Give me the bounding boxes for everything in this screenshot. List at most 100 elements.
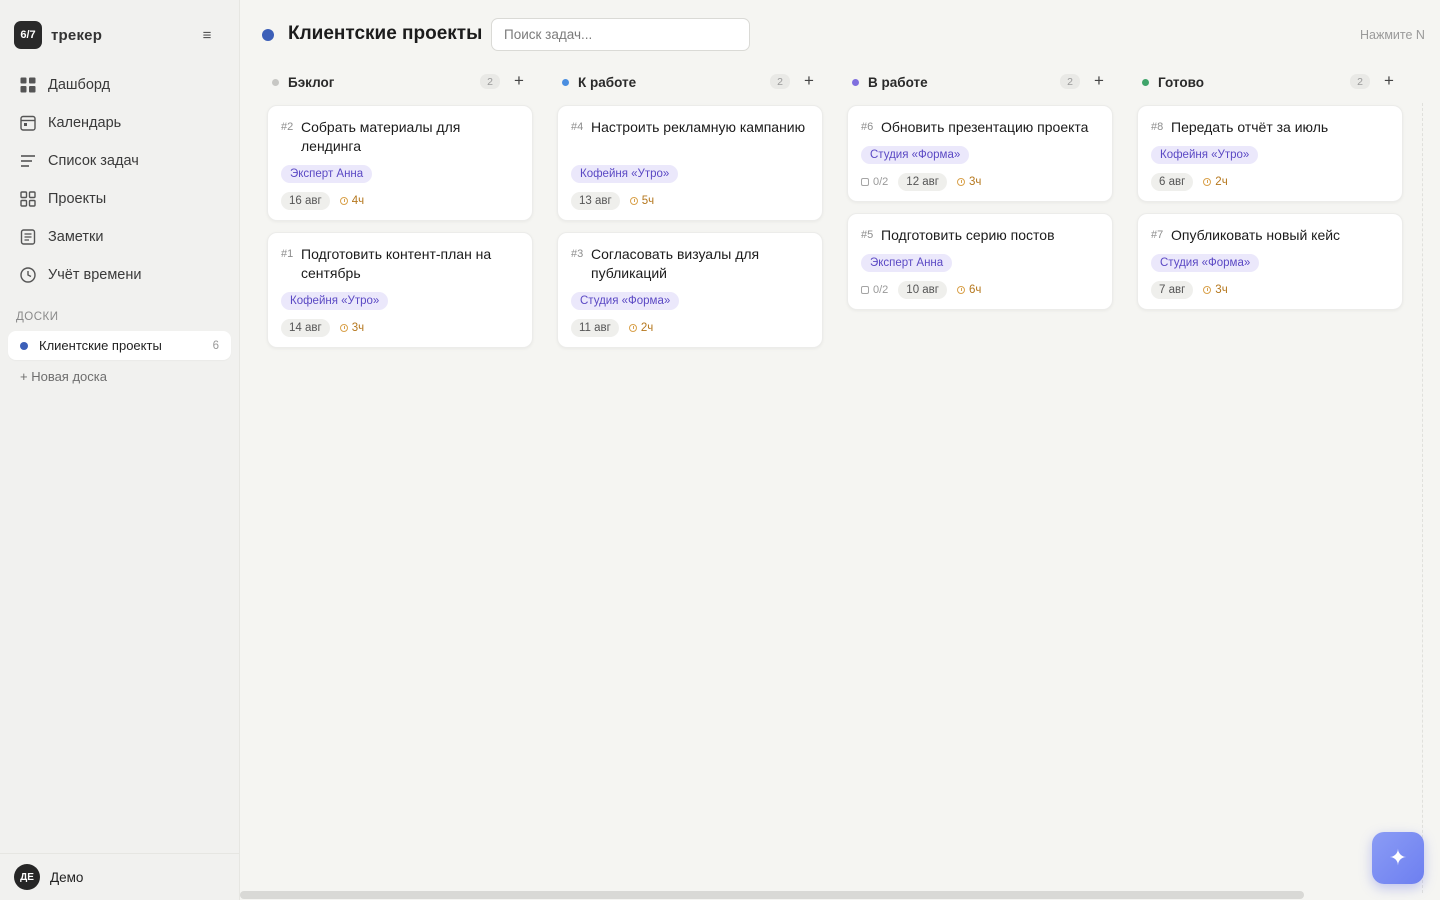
card-title: Обновить презентацию проекта	[881, 119, 1089, 135]
estimate-value: 3ч	[1215, 284, 1228, 296]
estimate-value: 3ч	[968, 176, 982, 188]
nav-item-notes[interactable]: Заметки	[8, 218, 232, 256]
add-card-button[interactable]: +	[801, 71, 817, 91]
nav-item-dashboard[interactable]: Дашборд	[8, 66, 232, 104]
timer-icon	[1203, 178, 1212, 186]
user-name: Демо	[50, 869, 84, 885]
task-card[interactable]: #3 Согласовать визуалы для публикаций Ст…	[557, 232, 823, 348]
client-tag[interactable]: Эксперт Анна	[861, 254, 953, 272]
page-title: Клиентские проекты	[288, 23, 483, 44]
user-profile[interactable]: ДЕ Демо	[0, 853, 239, 900]
nav-item-time[interactable]: Учёт времени	[8, 256, 232, 294]
client-tag[interactable]: Кофейня «Утро»	[571, 165, 679, 183]
card-title-row: #7 Опубликовать новый кейс	[1151, 226, 1391, 245]
add-card-button[interactable]: +	[1091, 71, 1107, 91]
timer-icon	[629, 197, 638, 205]
sparkle-icon[interactable]: ✦	[1372, 832, 1424, 884]
task-card[interactable]: #8 Передать отчёт за июль Кофейня «Утро»…	[1137, 105, 1403, 202]
card-number: #8	[1151, 121, 1164, 133]
card-number: #6	[861, 121, 874, 133]
task-card[interactable]: #4 Настроить рекламную кампанию Кофейня …	[557, 105, 823, 221]
card-title: Собрать материалы для лендинга	[301, 119, 461, 154]
client-tag[interactable]: Кофейня «Утро»	[281, 292, 389, 310]
card-meta: 14 авг 3ч	[281, 319, 364, 337]
board-item-client-projects[interactable]: Клиентские проекты 6	[8, 331, 231, 360]
nav-item-projects[interactable]: Проекты	[8, 180, 232, 218]
card-title-row: #3 Согласовать визуалы для публикаций	[571, 245, 811, 283]
column-title: В работе	[868, 74, 928, 90]
card-title-row: #8 Передать отчёт за июль	[1151, 118, 1391, 137]
card-title: Передать отчёт за июль	[1171, 119, 1329, 135]
column-color-dot	[562, 78, 569, 86]
app-logo[interactable]: 6/7	[14, 21, 42, 49]
nav-label: Проекты	[48, 191, 107, 207]
card-meta: 6 авг 2ч	[1151, 173, 1228, 191]
board-view: Клиентские проекты Нажмите N Бэклог 2 + …	[240, 0, 1440, 900]
card-meta: 0/2 12 авг 3ч	[861, 173, 981, 191]
search-input[interactable]	[491, 18, 750, 51]
time-estimate: 6ч	[956, 284, 981, 296]
due-date: 7 авг	[1151, 281, 1194, 299]
column-header-in-progress: В работе 2 +	[852, 71, 1114, 92]
column-count: 2	[1060, 74, 1080, 89]
card-meta: 7 авг 3ч	[1151, 281, 1228, 299]
timer-icon	[956, 178, 965, 186]
estimate-value: 3ч	[351, 322, 365, 334]
timer-icon	[956, 286, 965, 294]
checklist-value: 0/2	[873, 284, 889, 296]
task-card[interactable]: #1 Подготовить контент-план на сентябрь …	[267, 232, 533, 348]
horizontal-scrollbar[interactable]	[240, 891, 1304, 899]
checkbox-icon	[861, 178, 869, 186]
shortcut-hint: Нажмите N	[1360, 28, 1425, 42]
task-card[interactable]: #5 Подготовить серию постов Эксперт Анна…	[847, 213, 1113, 310]
task-card[interactable]: #6 Обновить презентацию проекта Студия «…	[847, 105, 1113, 202]
due-date: 11 авг	[571, 319, 619, 337]
due-date: 10 авг	[898, 281, 947, 299]
card-title-row: #2 Собрать материалы для лендинга	[281, 118, 521, 156]
card-title: Подготовить серию постов	[881, 227, 1055, 243]
board-count: 6	[212, 339, 219, 352]
time-estimate: 4ч	[339, 195, 364, 207]
menu-toggle-icon[interactable]: ≡	[198, 27, 216, 44]
due-date: 16 авг	[281, 192, 330, 210]
nav-label: Список задач	[48, 153, 139, 169]
card-title-row: #6 Обновить презентацию проекта	[861, 118, 1101, 137]
card-meta: 16 авг 4ч	[281, 192, 364, 210]
card-title: Настроить рекламную кампанию	[591, 119, 806, 135]
client-tag[interactable]: Эксперт Анна	[281, 165, 373, 183]
nav-item-calendar[interactable]: Календарь	[8, 104, 232, 142]
client-tag[interactable]: Студия «Форма»	[1151, 254, 1260, 272]
time-estimate: 3ч	[956, 176, 982, 188]
card-title-row: #4 Настроить рекламную кампанию	[571, 118, 811, 137]
column-count: 2	[770, 74, 790, 89]
task-card[interactable]: #7 Опубликовать новый кейс Студия «Форма…	[1137, 213, 1403, 310]
card-title: Подготовить контент-план на сентябрь	[301, 246, 492, 281]
estimate-value: 2ч	[640, 322, 654, 334]
list-icon	[19, 152, 37, 170]
card-number: #3	[571, 248, 584, 260]
column-count: 2	[1350, 74, 1370, 89]
client-tag[interactable]: Студия «Форма»	[861, 146, 970, 164]
nav-item-tasks[interactable]: Список задач	[8, 142, 232, 180]
clock-icon	[19, 266, 37, 284]
checklist-progress: 0/2	[861, 176, 888, 188]
nav-label: Заметки	[48, 229, 104, 245]
column-color-dot	[1142, 78, 1149, 86]
card-number: #1	[281, 248, 294, 260]
client-tag[interactable]: Студия «Форма»	[571, 292, 680, 310]
column-header-backlog: Бэклог 2 +	[272, 71, 534, 92]
task-card[interactable]: #2 Собрать материалы для лендинга Экспер…	[267, 105, 533, 221]
due-date: 13 авг	[571, 192, 620, 210]
logo-row: 6/7 трекер ≡	[14, 21, 226, 49]
card-number: #2	[281, 121, 294, 133]
add-card-button[interactable]: +	[511, 71, 527, 91]
avatar: ДЕ	[14, 864, 40, 890]
new-board-button[interactable]: + Новая доска	[20, 369, 107, 384]
card-meta: 11 авг 2ч	[571, 319, 653, 337]
timer-icon	[339, 324, 348, 332]
card-number: #7	[1151, 229, 1164, 241]
time-estimate: 2ч	[628, 322, 654, 334]
add-card-button[interactable]: +	[1381, 71, 1397, 91]
card-title: Согласовать визуалы для публикаций	[591, 246, 760, 281]
client-tag[interactable]: Кофейня «Утро»	[1151, 146, 1259, 164]
